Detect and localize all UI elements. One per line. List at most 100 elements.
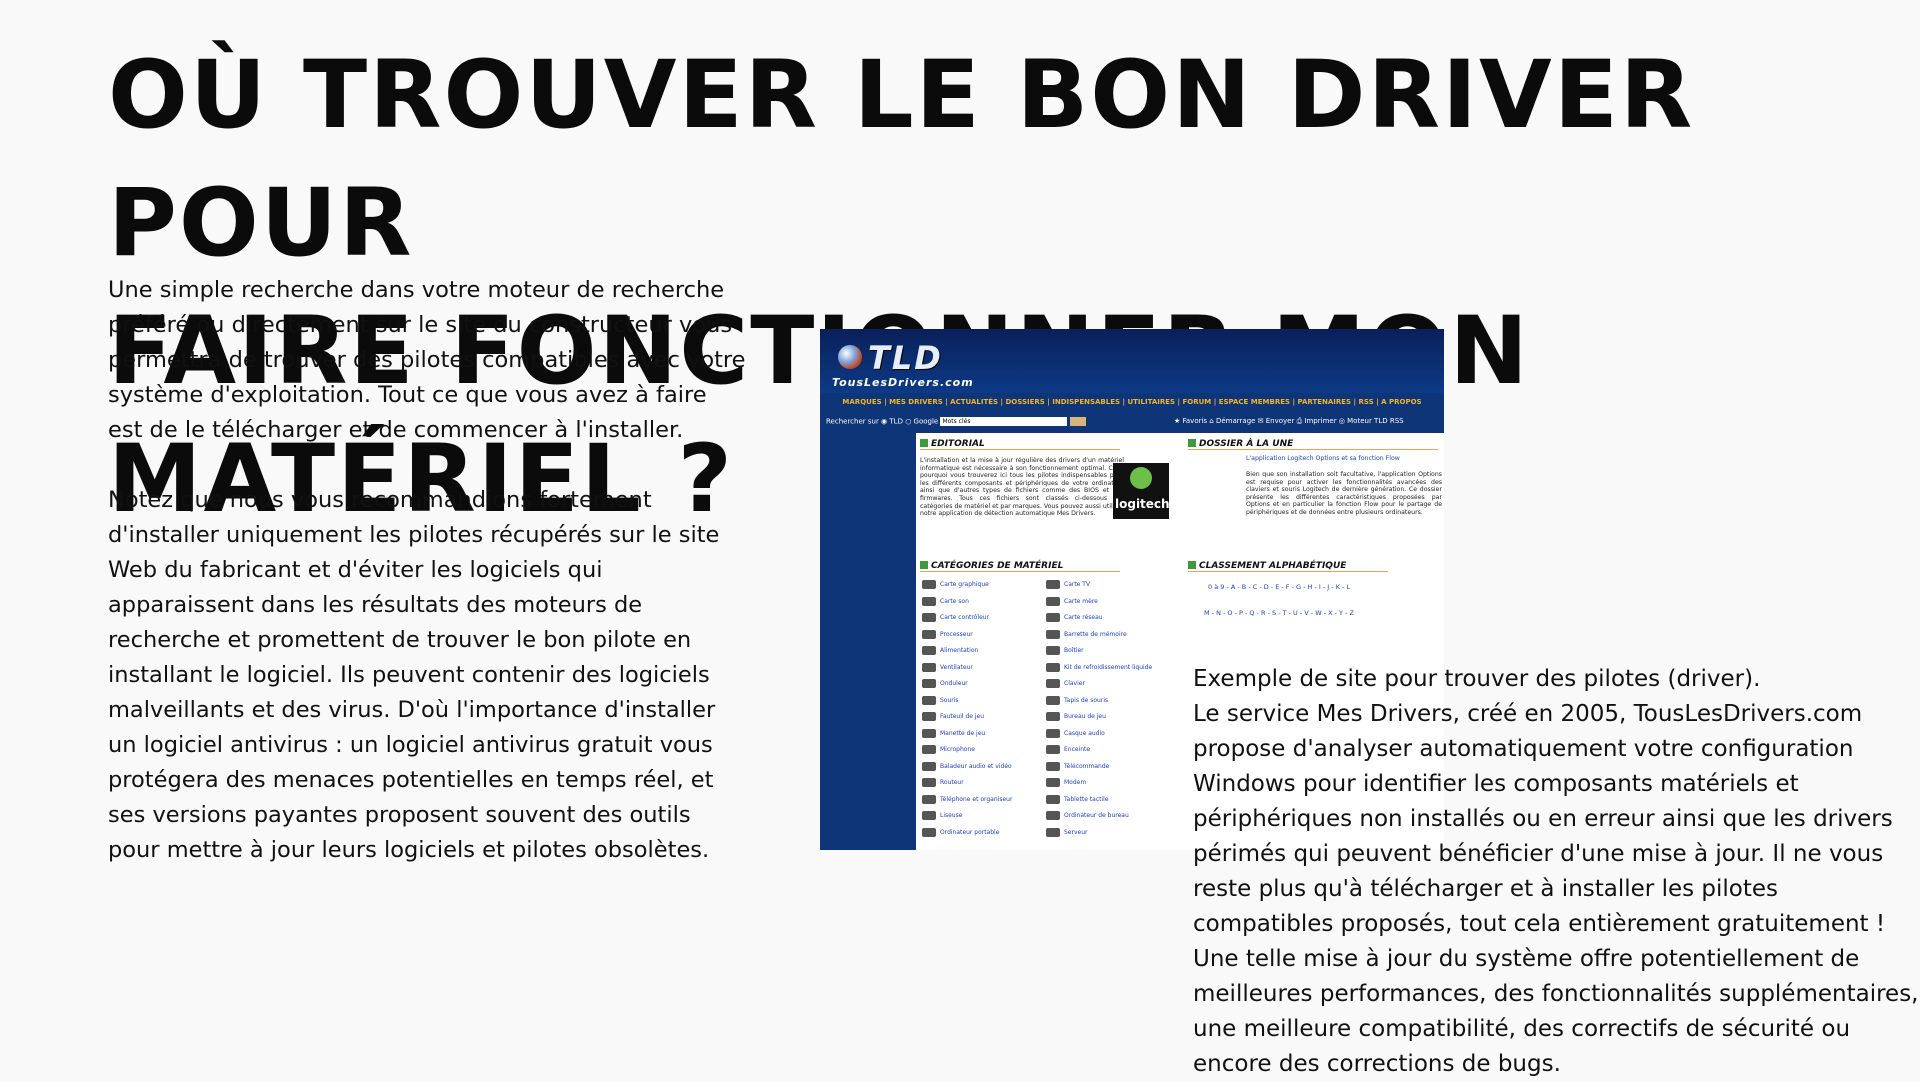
category-item: Ordinateur de bureau [1046,811,1129,820]
category-hardware-icon [922,728,936,738]
category-label: Microphone [940,746,975,753]
category-hardware-icon [922,662,936,672]
category-label: Carte graphique [940,581,989,588]
category-item: Routeur [922,778,964,787]
category-label: Routeur [940,779,964,786]
dossier-text: Bien que son installation soit facultati… [1246,471,1442,516]
category-item: Modem [1046,778,1086,787]
site-search-bar: Rechercher sur ◉ TLD ○ Google Mots clés … [826,417,1404,426]
category-hardware-icon [922,778,936,787]
category-label: Téléphone et organiseur [940,795,1013,803]
category-hardware-icon [922,794,936,804]
category-label: Carte mère [1064,597,1098,605]
category-item: Serveur [1046,827,1088,837]
category-item: Tapis de souris [1046,695,1108,705]
site-menu: MARQUES | MES DRIVERS | ACTUALITÉS | DOS… [842,398,1422,406]
category-hardware-icon [1046,662,1060,672]
screenshot-caption: Exemple de site pour trouver des pilotes… [1193,662,1920,1082]
category-label: Ventilateur [940,663,973,671]
category-item: Carte contrôleur [922,613,989,622]
category-hardware-icon [1046,629,1060,639]
category-item: Baladeur audio et vidéo [922,761,1012,771]
category-item: Barrette de mémoire [1046,629,1127,639]
category-hardware-icon [1046,646,1060,655]
category-item: Processeur [922,629,973,639]
category-hardware-icon [1046,679,1060,688]
category-hardware-icon [1046,712,1060,721]
category-item: Ventilateur [922,662,973,672]
category-hardware-icon [922,679,936,688]
categories-heading: CATÉGORIES DE MATÉRIEL [920,561,1120,572]
caption-title: Exemple de site pour trouver des pilotes… [1193,666,1761,692]
category-hardware-icon [1046,745,1060,754]
search-option-tld: TLD [889,417,903,426]
category-label: Modem [1064,779,1087,786]
site-logo: TLD [868,339,943,377]
intro-paragraph: Une simple recherche dans votre moteur d… [108,277,746,443]
category-label: Processeur [940,630,973,638]
category-label: Carte son [940,597,969,605]
category-item: Fauteuil de jeu [922,712,984,721]
category-item: Manette de jeu [922,728,986,738]
category-hardware-icon [1046,778,1060,787]
category-hardware-icon [922,629,936,639]
category-item: Carte son [922,596,969,606]
category-hardware-icon [922,596,936,606]
category-item: Ordinateur portable [922,827,999,837]
category-label: Tablette tactile [1064,795,1109,803]
category-label: Serveur [1064,828,1088,836]
category-label: Manette de jeu [940,729,986,737]
category-item: Microphone [922,745,975,754]
category-hardware-icon [922,745,936,754]
category-item: Kit de refroidissement liquide [1046,662,1152,672]
site-search-input: Mots clés [940,417,1068,426]
category-hardware-icon [1046,580,1060,589]
category-label: Ordinateur de bureau [1064,812,1129,819]
category-hardware-icon [922,695,936,705]
category-hardware-icon [1046,761,1060,771]
category-item: Casque audio [1046,728,1105,738]
site-toolbar-links: ★ Favoris ⌂ Démarrage ✉ Envoyer ⎙ Imprim… [1174,417,1404,425]
alpha-row-2: M - N - O - P - Q - R - S - T - U - V - … [1204,609,1354,617]
category-label: Bureau de jeu [1064,713,1106,720]
category-item: Carte réseau [1046,613,1103,622]
category-hardware-icon [1046,695,1060,705]
category-item: Enceinte [1046,745,1090,754]
site-header: TLD TousLesDrivers.com [820,329,1444,393]
category-item: Bureau de jeu [1046,712,1106,721]
category-hardware-icon [1046,811,1060,820]
category-item: Carte mère [1046,596,1098,606]
category-label: Carte réseau [1064,614,1103,621]
category-hardware-icon [1046,827,1060,837]
category-label: Onduleur [940,680,968,687]
category-item: Carte TV [1046,580,1090,589]
alpha-heading: CLASSEMENT ALPHABÉTIQUE [1188,561,1388,572]
logitech-logo: logitech [1113,463,1170,519]
category-label: Souris [940,696,959,704]
category-item: Clavier [1046,679,1085,688]
warning-paragraph: Notez que nous vous recommandions fortem… [108,487,720,863]
category-hardware-icon [922,827,936,837]
category-label: Clavier [1064,680,1085,687]
category-label: Boîtier [1064,647,1084,654]
category-label: Alimentation [940,647,979,654]
category-item: Souris [922,695,959,705]
category-item: Tablette tactile [1046,794,1109,804]
category-hardware-icon [922,712,936,721]
category-item: Boîtier [1046,646,1084,655]
category-label: Fauteuil de jeu [940,713,985,720]
category-hardware-icon [922,613,936,622]
category-label: Baladeur audio et vidéo [940,762,1012,770]
alpha-row-1: 0 à 9 - A - B - C - D - E - F - G - H - … [1208,583,1351,591]
category-hardware-icon [1046,613,1060,622]
search-label: Rechercher sur [826,417,879,426]
category-label: Casque audio [1064,729,1105,737]
category-label: Télécommande [1064,762,1110,770]
category-item: Alimentation [922,646,978,655]
category-hardware-icon [922,811,936,820]
category-item: Carte graphique [922,580,989,589]
site-logo-subtitle: TousLesDrivers.com [832,376,974,389]
category-label: Enceinte [1064,746,1091,753]
search-option-google: Google [913,417,939,426]
category-label: Carte contrôleur [940,614,990,621]
